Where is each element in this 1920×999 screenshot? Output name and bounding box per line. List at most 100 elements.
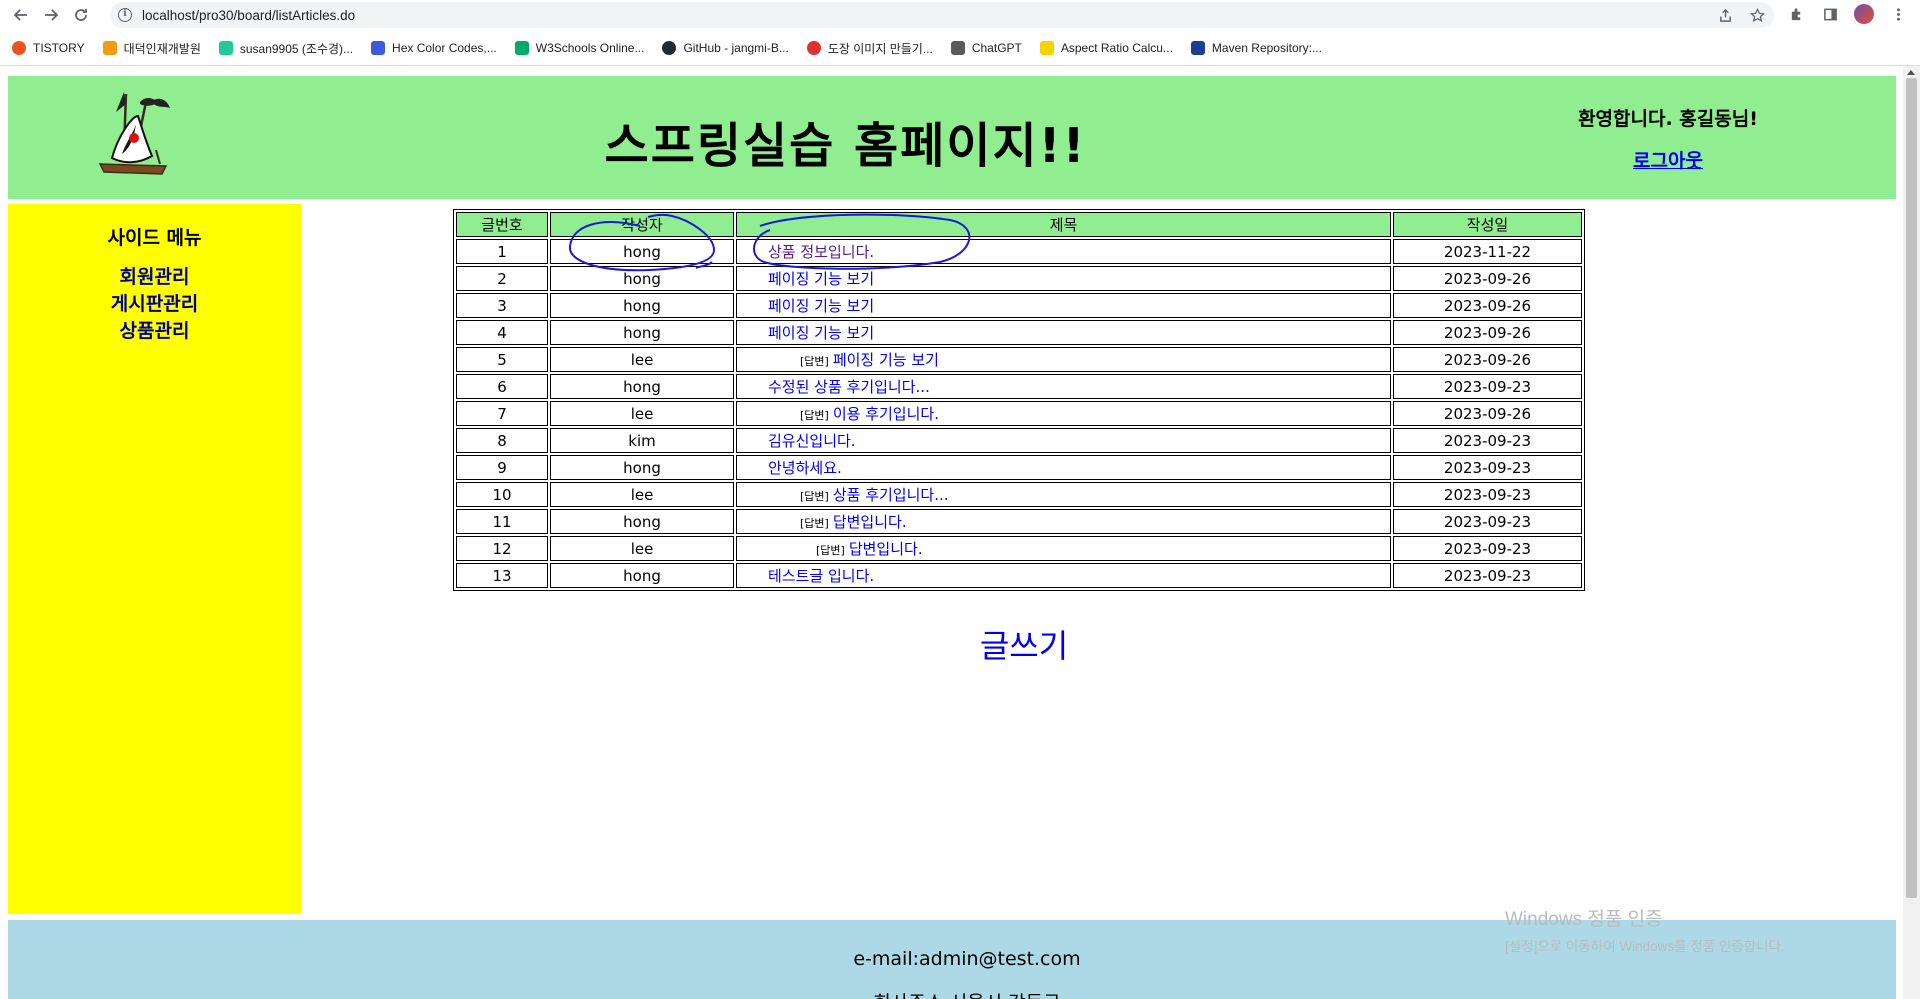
reply-tag: [답변] [816,544,845,557]
w3schools-icon [514,41,529,55]
welcome-message: 환영합니다. 홍길동님! [1578,108,1758,130]
article-title-cell: 수정된 상품 후기입니다... [736,374,1391,399]
article-title-link[interactable]: 상품 정보입니다. [768,243,874,261]
article-number: 6 [456,374,548,399]
logout-link[interactable]: 로그아웃 [1558,146,1778,173]
bookmark-label: ChatGPT [971,41,1022,55]
table-row: 7 lee [답변] 이용 후기입니다. 2023-09-26 [456,401,1582,426]
article-title-cell: [답변] 답변입니다. [736,536,1391,561]
extensions-puzzle-icon[interactable] [1786,4,1806,24]
bookmark-label: Hex Color Codes,... [392,41,497,55]
bookmark-label: TISTORY [33,41,85,55]
windows-activation-title: Windows 정품 인증 [1505,909,1663,930]
article-date: 2023-11-22 [1393,239,1582,264]
bookmark-item[interactable]: TISTORY [12,41,85,55]
article-title-link[interactable]: 이용 후기입니다. [833,405,939,423]
article-title-link[interactable]: 수정된 상품 후기입니다... [768,378,930,396]
article-writer: lee [550,482,734,507]
article-list-table: 글번호 작성자 제목 작성일 1 hong 상품 정보입니다. 2023-11-22 2… [453,209,1585,591]
article-title-link[interactable]: 김유신입니다. [768,432,856,450]
bookmark-star-icon[interactable] [1748,6,1766,24]
bookmark-item[interactable]: susan9905 (조수경)... [218,40,353,57]
article-number: 9 [456,455,548,480]
article-number: 3 [456,293,548,318]
back-arrow-icon[interactable] [6,0,36,29]
side-panel-icon[interactable] [1820,4,1840,24]
article-title-cell: 테스트글 입니다. [736,563,1391,588]
table-header-row: 글번호 작성자 제목 작성일 [456,212,1582,237]
bookmark-label: W3Schools Online... [535,41,645,55]
page-scrollbar[interactable] [1903,66,1920,999]
table-row: 9 hong 안녕하세요. 2023-09-23 [456,455,1582,480]
table-row: 11 hong [답변] 답변입니다. 2023-09-23 [456,509,1582,534]
article-title-cell: [답변] 이용 후기입니다. [736,401,1391,426]
scroll-up-arrow-icon[interactable] [1907,70,1915,75]
article-writer: hong [550,320,734,345]
reply-tag: [답변] [800,517,829,530]
article-title-link[interactable]: 페이징 기능 보기 [833,351,939,369]
windows-activation-hint: [설정]으로 이동하여 Windows를 정품 인증합니다. [1505,939,1785,954]
table-row: 8 kim 김유신입니다. 2023-09-23 [456,428,1582,453]
share-icon[interactable] [1716,6,1734,24]
bookmark-item[interactable]: 도장 이미지 만들기... [806,40,933,57]
article-title-link[interactable]: 테스트글 입니다. [768,567,874,585]
article-title-cell: [답변] 상품 후기입니다... [736,482,1391,507]
article-title-link[interactable]: 페이징 기능 보기 [768,270,874,288]
bookmark-item[interactable]: W3Schools Online... [514,41,645,55]
site-info-icon[interactable]: i [118,8,132,22]
table-row: 6 hong 수정된 상품 후기입니다... 2023-09-23 [456,374,1582,399]
article-date: 2023-09-26 [1393,266,1582,291]
side-menu: 사이드 메뉴 회원관리 게시판관리 상품관리 [8,204,301,914]
bookmarks-bar: TISTORY 대덕인재개발원 susan9905 (조수경)... Hex Colo… [0,36,1322,60]
reload-icon[interactable] [66,0,96,29]
article-number: 13 [456,563,548,588]
scrollbar-thumb[interactable] [1906,78,1917,898]
table-row: 10 lee [답변] 상품 후기입니다... 2023-09-23 [456,482,1582,507]
sidebar-item-product-management[interactable]: 상품관리 [8,318,301,345]
article-title-link[interactable]: 답변입니다. [833,513,907,531]
bookmark-item[interactable]: GitHub - jangmi-B... [662,41,789,55]
sidebar-item-member-management[interactable]: 회원관리 [8,264,301,291]
article-number: 12 [456,536,548,561]
article-writer: hong [550,509,734,534]
article-title-cell: 김유신입니다. [736,428,1391,453]
profile-avatar[interactable] [1854,4,1874,24]
bookmark-item[interactable]: 대덕인재개발원 [102,40,201,57]
side-menu-title: 사이드 메뉴 [107,227,202,249]
reply-tag: [답변] [800,409,829,422]
article-date: 2023-09-26 [1393,320,1582,345]
stamp-icon [806,41,821,55]
article-writer: lee [550,347,734,372]
article-number: 2 [456,266,548,291]
bookmark-label: 도장 이미지 만들기... [827,41,933,56]
article-title-cell: 상품 정보입니다. [736,239,1391,264]
article-date: 2023-09-26 [1393,293,1582,318]
article-writer: hong [550,374,734,399]
article-title-link[interactable]: 상품 후기입니다... [833,486,949,504]
article-title-link[interactable]: 안녕하세요. [768,459,842,477]
article-number: 11 [456,509,548,534]
site-title: 스프링실습 홈페이지!! [604,118,1087,174]
forward-arrow-icon[interactable] [36,0,66,29]
reply-tag: [답변] [800,355,829,368]
write-article-link[interactable]: 글쓰기 [8,621,1920,667]
bookmark-item[interactable]: ChatGPT [950,41,1022,55]
kebab-menu-icon[interactable] [1888,4,1908,24]
bookmark-item[interactable]: Hex Color Codes,... [371,41,497,55]
article-number: 1 [456,239,548,264]
github-icon [662,41,677,55]
article-title-link[interactable]: 페이징 기능 보기 [768,297,874,315]
article-number: 8 [456,428,548,453]
address-bar[interactable]: i localhost/pro30/board/listArticles.do [110,2,1774,28]
bookmark-item[interactable]: Aspect Ratio Calcu... [1039,41,1173,55]
sidebar-item-board-management[interactable]: 게시판관리 [8,291,301,318]
article-date: 2023-09-26 [1393,401,1582,426]
address-bar-url[interactable]: localhost/pro30/board/listArticles.do [142,8,355,23]
article-number: 10 [456,482,548,507]
article-title-link[interactable]: 답변입니다. [849,540,923,558]
aspect-ratio-icon [1039,41,1054,55]
bookmark-item[interactable]: Maven Repository:... [1190,41,1322,55]
table-row: 2 hong 페이징 기능 보기 2023-09-26 [456,266,1582,291]
browser-chrome: i localhost/pro30/board/listArticles.do [0,0,1920,66]
article-title-link[interactable]: 페이징 기능 보기 [768,324,874,342]
